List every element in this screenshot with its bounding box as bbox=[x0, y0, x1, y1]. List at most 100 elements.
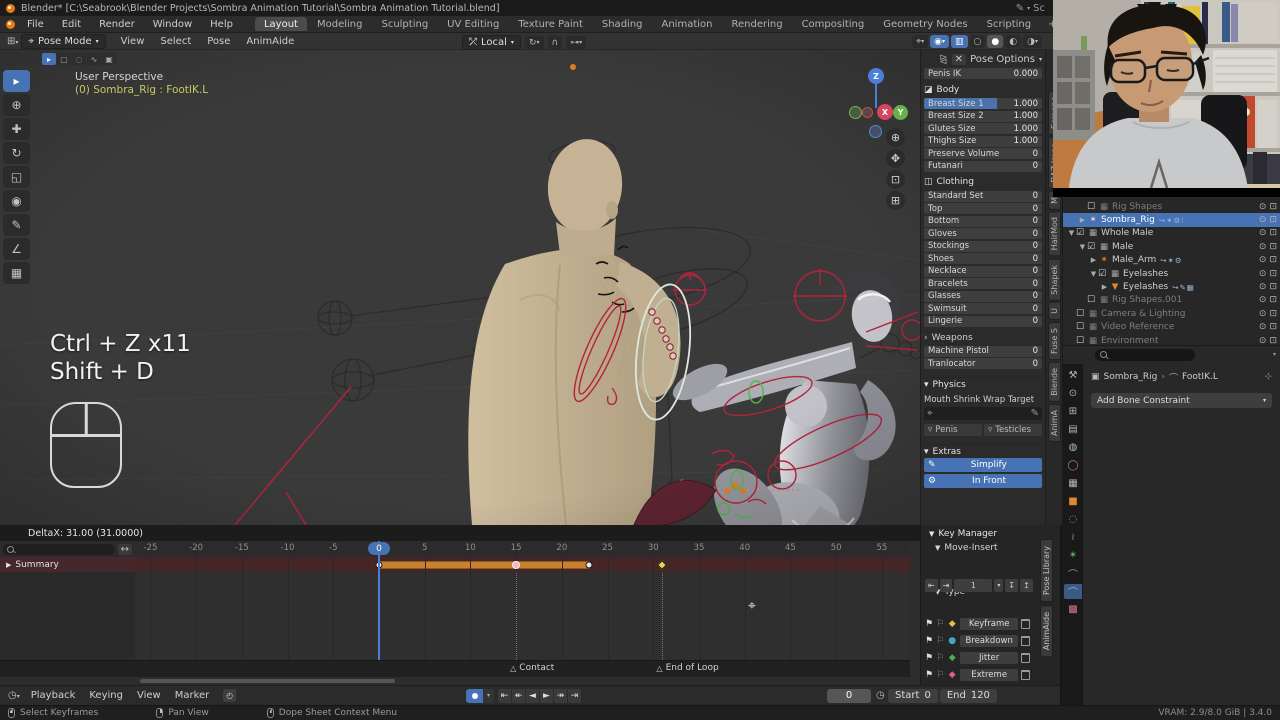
properties-tab-collection[interactable]: ▦ bbox=[1064, 476, 1082, 491]
marker-end-of-loop[interactable]: △ End of Loop bbox=[656, 663, 718, 673]
overlays-toggle[interactable]: ◉ ▾ bbox=[930, 35, 950, 48]
properties-tab-output[interactable]: ⊞ bbox=[1064, 404, 1082, 419]
disclosure-icon[interactable]: ▶ bbox=[1078, 216, 1087, 224]
panel-collapsed-weapons[interactable]: › Weapons bbox=[924, 332, 1042, 344]
slider-tranlocator[interactable]: Tranlocator 0 bbox=[924, 358, 1042, 369]
slider-futanari[interactable]: Futanari 0 bbox=[924, 160, 1042, 172]
toggle-penis[interactable]: ▿ Penis bbox=[924, 424, 982, 436]
select-box-icon[interactable]: ▢ bbox=[57, 53, 71, 65]
select-tweak-icon[interactable]: ▸ bbox=[42, 53, 56, 65]
gizmo-y-axis[interactable]: Y bbox=[893, 105, 908, 120]
disable-render-icon[interactable]: ⊡ bbox=[1269, 255, 1277, 265]
disclosure-icon[interactable]: ▼ bbox=[1078, 243, 1087, 251]
slider-bracelets[interactable]: Bracelets 0 bbox=[924, 278, 1042, 289]
outliner-row-environment[interactable]: ☐ ▦ Environment ⊙ ⊡ bbox=[1063, 334, 1280, 345]
gizmo-z-axis[interactable]: Z bbox=[868, 68, 884, 84]
slider-glasses[interactable]: Glasses 0 bbox=[924, 290, 1042, 302]
select-all-flag-icon[interactable]: ⚑ bbox=[925, 619, 933, 629]
slider-thighs-size[interactable]: Thighs Size 1.000 bbox=[924, 135, 1042, 147]
gizmo-x-axis[interactable]: X bbox=[877, 104, 893, 120]
next-keyframe-button[interactable]: ↠ bbox=[554, 688, 568, 703]
properties-tab-tool[interactable]: ⚒ bbox=[1064, 368, 1082, 383]
playbar-menu-marker[interactable]: Marker bbox=[169, 689, 216, 702]
properties-tab-bone[interactable]: ⌒ bbox=[1064, 566, 1082, 581]
select-extend-icon[interactable]: ▣ bbox=[102, 53, 116, 65]
gizmo-neg-x-axis[interactable] bbox=[862, 107, 873, 118]
collapse-arrow-icon[interactable]: ▼ bbox=[929, 530, 934, 538]
slider-bottom[interactable]: Bottom 0 bbox=[924, 215, 1042, 227]
sidebar-tab-shapek[interactable]: Shapek bbox=[1047, 258, 1061, 301]
panel-header-body[interactable]: ◪ Body bbox=[924, 83, 1042, 96]
outliner-row-eyelashes[interactable]: ▼ ☑ ▦ Eyelashes ⊙ ⊡ bbox=[1063, 267, 1280, 280]
workspace-tab-scripting[interactable]: Scripting bbox=[978, 17, 1040, 31]
sidebar-tab-hairmod[interactable]: HairMod bbox=[1047, 211, 1061, 257]
workspace-tab-shading[interactable]: Shading bbox=[593, 17, 652, 31]
viewport-menu-pose[interactable]: Pose bbox=[200, 35, 237, 48]
timeline-scrollbar[interactable] bbox=[140, 679, 395, 683]
pan-hand-icon[interactable]: ✥ bbox=[886, 149, 905, 168]
chevron-down-icon[interactable]: ▾ bbox=[1273, 351, 1276, 358]
hide-eye-icon[interactable]: ⊙ bbox=[1259, 309, 1267, 319]
disclosure-icon[interactable]: ▶ bbox=[1089, 256, 1098, 264]
jump-to-start-button[interactable]: ⇤ bbox=[498, 688, 512, 703]
outliner-row-rig-shapes[interactable]: ☐ ▦ Rig Shapes ⊙ ⊡ bbox=[1063, 200, 1280, 213]
hide-eye-icon[interactable]: ⊙ bbox=[1259, 202, 1267, 212]
disclosure-icon[interactable]: ▶ bbox=[1100, 283, 1109, 291]
gizmo-neg-y-axis[interactable] bbox=[849, 106, 862, 119]
insert-step-value[interactable]: 1 bbox=[954, 579, 993, 592]
slider-penis-ik[interactable]: Penis IK 0.000 bbox=[924, 68, 1042, 79]
visibility-checkbox[interactable]: ☑ bbox=[1087, 242, 1098, 252]
editor-type-icon[interactable]: ◷▾ bbox=[5, 690, 23, 701]
slider-gloves[interactable]: Gloves 0 bbox=[924, 228, 1042, 239]
sidebar-tab-blende[interactable]: Blende bbox=[1047, 362, 1061, 402]
properties-tab-object[interactable]: ■ bbox=[1064, 494, 1082, 509]
visibility-checkbox[interactable]: ☐ bbox=[1087, 295, 1098, 305]
properties-search-input[interactable] bbox=[1095, 348, 1195, 361]
select-lasso-icon[interactable]: ∿ bbox=[87, 53, 101, 65]
xray-toggle[interactable]: ▥ bbox=[951, 35, 968, 48]
properties-tab-physics[interactable]: ◌ bbox=[1064, 512, 1082, 527]
move-key-left-button[interactable]: ⇤ bbox=[925, 579, 938, 592]
gizmo-dropdown[interactable]: ⌖ ▾ bbox=[912, 35, 929, 48]
disable-render-icon[interactable]: ⊡ bbox=[1269, 269, 1277, 279]
keyframe-dot[interactable] bbox=[585, 561, 593, 568]
slider-glutes-size[interactable]: Glutes Size 1.000 bbox=[924, 123, 1042, 134]
menu-edit[interactable]: Edit bbox=[54, 18, 89, 31]
current-frame-indicator[interactable]: 0 bbox=[368, 542, 390, 555]
sidebar-tab-label[interactable]: Pose Options bbox=[970, 54, 1035, 65]
end-frame-field[interactable]: End 120 bbox=[939, 688, 997, 703]
workspace-tab-animation[interactable]: Animation bbox=[653, 17, 722, 31]
visibility-checkbox[interactable]: ☐ bbox=[1076, 309, 1087, 319]
summary-channel[interactable]: ▶ Summary bbox=[0, 557, 135, 572]
delete-keytype-icon[interactable] bbox=[1021, 636, 1031, 646]
panel-tab-animaide[interactable]: AnimAide bbox=[1040, 605, 1053, 658]
panel-tab-pose-library[interactable]: Pose Library bbox=[1040, 539, 1053, 603]
disable-render-icon[interactable]: ⊡ bbox=[1269, 215, 1277, 225]
keytype-label[interactable]: Extreme bbox=[960, 669, 1019, 681]
disclosure-icon[interactable]: ▼ bbox=[1089, 270, 1098, 278]
slider-stockings[interactable]: Stockings 0 bbox=[924, 240, 1042, 252]
disable-render-icon[interactable]: ⊡ bbox=[1269, 242, 1277, 252]
current-frame-field[interactable]: 0 bbox=[827, 688, 871, 703]
delete-keytype-icon[interactable] bbox=[1021, 670, 1031, 680]
outliner-row-male[interactable]: ▼ ☑ ▦ Male ⊙ ⊡ bbox=[1063, 240, 1280, 253]
disable-render-icon[interactable]: ⊡ bbox=[1269, 309, 1277, 319]
expand-icon[interactable]: ▶ bbox=[6, 561, 11, 569]
shading-material[interactable]: ◐ bbox=[1005, 35, 1022, 48]
properties-tab-object-data[interactable]: ✶ bbox=[1064, 548, 1082, 563]
channel-search-input[interactable] bbox=[3, 543, 115, 555]
select-box-tool[interactable]: ▸ bbox=[3, 70, 30, 92]
3d-viewport[interactable]: ▸ ▢ ◌ ∿ ▣ ▸ ⊕ ✚ ↻ ◱ ◉ ✎ ∠ ▦ User Perspective (0) Som… bbox=[0, 50, 920, 525]
visibility-checkbox[interactable]: ☑ bbox=[1098, 269, 1109, 279]
slider-swimsuit[interactable]: Swimsuit 0 bbox=[924, 303, 1042, 314]
panel-header-clothing[interactable]: ◫ Clothing bbox=[924, 176, 1042, 189]
delete-keytype-icon[interactable] bbox=[1021, 653, 1031, 663]
menu-help[interactable]: Help bbox=[202, 18, 241, 31]
hide-eye-icon[interactable]: ⊙ bbox=[1259, 242, 1267, 252]
in-front-button[interactable]: ⚙ In Front bbox=[924, 474, 1042, 488]
breadcrumb-bone[interactable]: FootIK.L bbox=[1182, 372, 1218, 382]
visibility-checkbox[interactable]: ☐ bbox=[1087, 202, 1098, 212]
measure-tool[interactable]: ∠ bbox=[3, 238, 30, 260]
download-keys-icon[interactable]: ↧ bbox=[1005, 579, 1019, 592]
sidebar-tab-anima[interactable]: AnimA bbox=[1047, 403, 1061, 442]
